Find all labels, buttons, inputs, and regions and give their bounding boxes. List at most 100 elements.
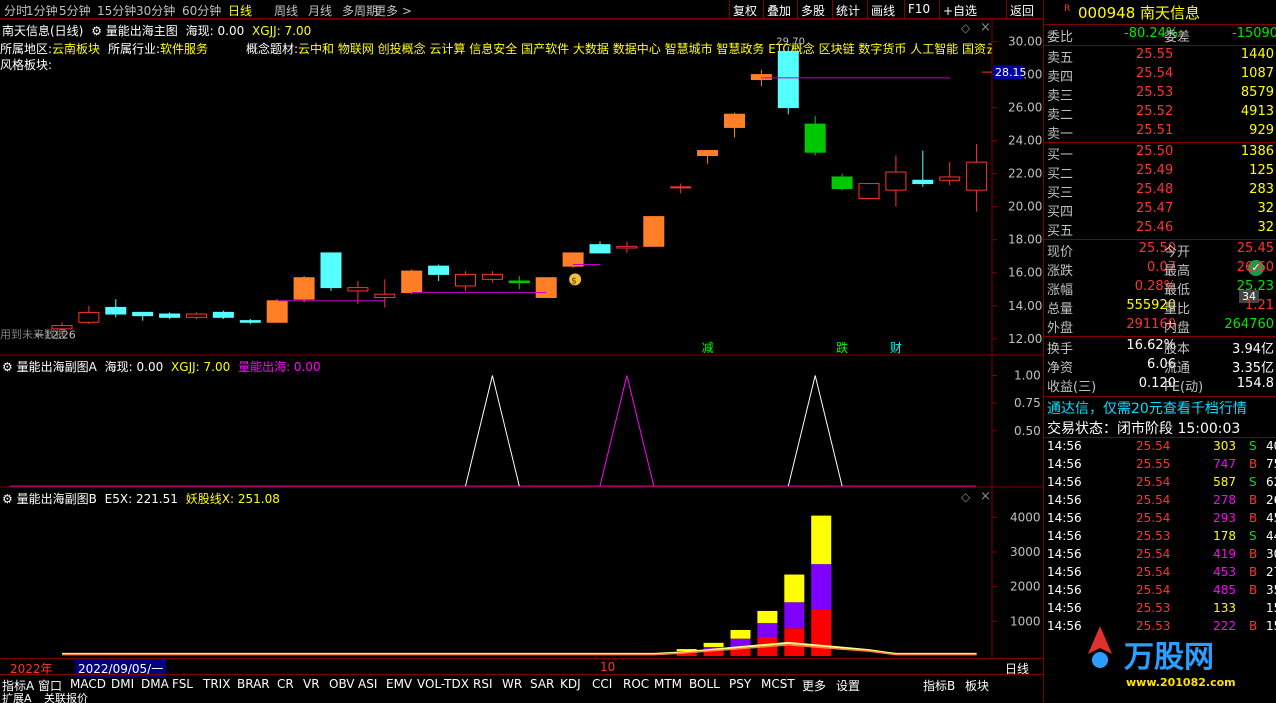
ask-price[interactable]: 25.55: [1136, 47, 1173, 62]
bid-price[interactable]: 25.48: [1136, 182, 1173, 197]
indicator-tab-8[interactable]: CR: [277, 677, 294, 691]
upgrade-ad[interactable]: 通达信，仅需20元查看千档行情: [1047, 398, 1247, 418]
sub-a-y-tick: 0.50: [1014, 424, 1041, 438]
indicator-tab-11[interactable]: ASI: [358, 677, 377, 691]
sub-a-peak: [465, 375, 520, 487]
candle: [616, 241, 638, 253]
sub-b-y-tick: 2000: [1010, 580, 1041, 594]
tick-direction: B: [1249, 565, 1258, 579]
sub-b-dropdown-icon[interactable]: ⚙: [2, 492, 13, 506]
candle: [481, 271, 503, 283]
ask-price[interactable]: 25.54: [1136, 66, 1173, 81]
main-y-tick: 12.00: [1008, 332, 1042, 346]
bid-price[interactable]: 25.46: [1136, 220, 1173, 235]
ask-price[interactable]: 25.51: [1136, 123, 1173, 138]
bid-price[interactable]: 25.50: [1136, 144, 1173, 159]
tick-price: 25.55: [1136, 457, 1171, 471]
candle: [777, 46, 799, 115]
indicator-tab-19[interactable]: ROC: [623, 677, 649, 691]
tick-count: 27: [1266, 565, 1276, 579]
indicator-tab-17[interactable]: KDJ: [560, 677, 581, 691]
sub-a-y-tick: 0.75: [1014, 396, 1041, 410]
sub-a-peak: [599, 375, 655, 487]
indicator-tab-20[interactable]: MTM: [654, 677, 682, 691]
sub-b-close-icon[interactable]: ×: [980, 489, 991, 504]
tick-volume: 303: [1213, 439, 1236, 453]
ask-price[interactable]: 25.52: [1136, 104, 1173, 119]
extend-a-tab[interactable]: 扩展A: [2, 692, 32, 703]
bid-price[interactable]: 25.47: [1136, 201, 1173, 216]
indicator-tab-2[interactable]: MACD: [70, 677, 106, 691]
watermark-url: www.201082.com: [1126, 676, 1236, 689]
info-label: PE(动): [1164, 380, 1204, 395]
tick-price: 25.54: [1136, 439, 1171, 453]
main-y-tick: 14.00: [1008, 299, 1042, 313]
info-label: 流通: [1164, 361, 1191, 376]
quote-value: 25.23: [1236, 279, 1274, 294]
bid-price[interactable]: 25.49: [1136, 163, 1173, 178]
tick-time: 14:56: [1047, 475, 1082, 489]
quote-label: 最高: [1164, 264, 1191, 279]
candle: [401, 269, 423, 295]
candle: [212, 310, 234, 319]
indicator-tab-22[interactable]: PSY: [729, 677, 751, 691]
quote-value: 25.45: [1236, 241, 1274, 256]
ask-volume: 4913: [1240, 104, 1274, 119]
indicator-tab-12[interactable]: EMV: [386, 677, 412, 691]
info-value: 3.94亿: [1232, 342, 1274, 357]
tick-direction: S: [1249, 439, 1257, 453]
indicator-tab-18[interactable]: CCI: [592, 677, 612, 691]
main-y-tick: 30.00: [1008, 35, 1042, 49]
sub-a-dropdown-icon[interactable]: ⚙: [2, 360, 13, 374]
ask-label: 卖三: [1047, 89, 1074, 104]
svg-text:$: $: [571, 276, 577, 286]
candle: [132, 311, 154, 321]
main-y-tick: 22.00: [1008, 167, 1042, 181]
ask-volume: 1087: [1240, 66, 1274, 81]
tick-direction: B: [1249, 547, 1258, 561]
indicator-tab-14[interactable]: RSI: [473, 677, 493, 691]
quote-label: 内盘: [1164, 321, 1191, 336]
tick-price: 25.53: [1136, 619, 1171, 633]
quote-label: 涨幅: [1047, 283, 1074, 298]
indicator-tab-7[interactable]: BRAR: [237, 677, 270, 691]
related-quote-tab[interactable]: 关联报价: [44, 692, 88, 703]
tick-time: 14:56: [1047, 601, 1082, 615]
candle: [724, 112, 745, 138]
tick-count: 30: [1266, 547, 1276, 561]
candle: [966, 143, 988, 212]
tick-direction: B: [1249, 493, 1258, 507]
x-axis-month: 10: [600, 660, 616, 674]
ask-price[interactable]: 25.53: [1136, 85, 1173, 100]
candle: [186, 312, 207, 319]
tick-price: 25.54: [1136, 511, 1171, 525]
tick-time: 14:56: [1047, 565, 1082, 579]
indicator-tab-4[interactable]: DMA: [141, 677, 169, 691]
high-label: 29.70: [776, 37, 805, 48]
quote-label: 总量: [1047, 302, 1074, 317]
indicator-tab-10[interactable]: OBV: [329, 677, 355, 691]
indicator-tab-21[interactable]: BOLL: [689, 677, 720, 691]
ask-volume: 929: [1249, 123, 1274, 138]
indicator-tab-3[interactable]: DMI: [111, 677, 134, 691]
bottom-row: 扩展A 关联报价: [0, 692, 1043, 703]
indicator-tab-6[interactable]: TRIX: [203, 677, 230, 691]
indicator-tab-16[interactable]: SAR: [530, 677, 554, 691]
chart-canvas[interactable]: 12.00 14.00 16.00 18.00 20.00 22.00 24.00 26.00…: [0, 0, 1043, 674]
indicator-tab-5[interactable]: FSL: [172, 677, 193, 691]
indicator-tab-13[interactable]: VOL-TDX: [417, 677, 469, 691]
bid-label: 买四: [1047, 205, 1074, 220]
tick-volume: 178: [1213, 529, 1236, 543]
info-label: 收益(三): [1047, 380, 1097, 395]
candle: [670, 183, 692, 194]
candle: [266, 299, 288, 323]
quote-value: 264760: [1224, 317, 1274, 332]
quote-label: 现价: [1047, 245, 1074, 260]
sub-chart-b-header: ⚙ 量能出海副图B E5X: 221.51 妖股线X: 251.08: [2, 492, 280, 506]
indicator-tab-9[interactable]: VR: [303, 677, 320, 691]
bid-label: 买五: [1047, 224, 1074, 239]
sub-b-options-icon[interactable]: ◇: [961, 490, 970, 504]
candle: [293, 276, 315, 303]
indicator-tab-15[interactable]: WR: [502, 677, 522, 691]
indicator-tab-23[interactable]: MCST: [761, 677, 795, 691]
